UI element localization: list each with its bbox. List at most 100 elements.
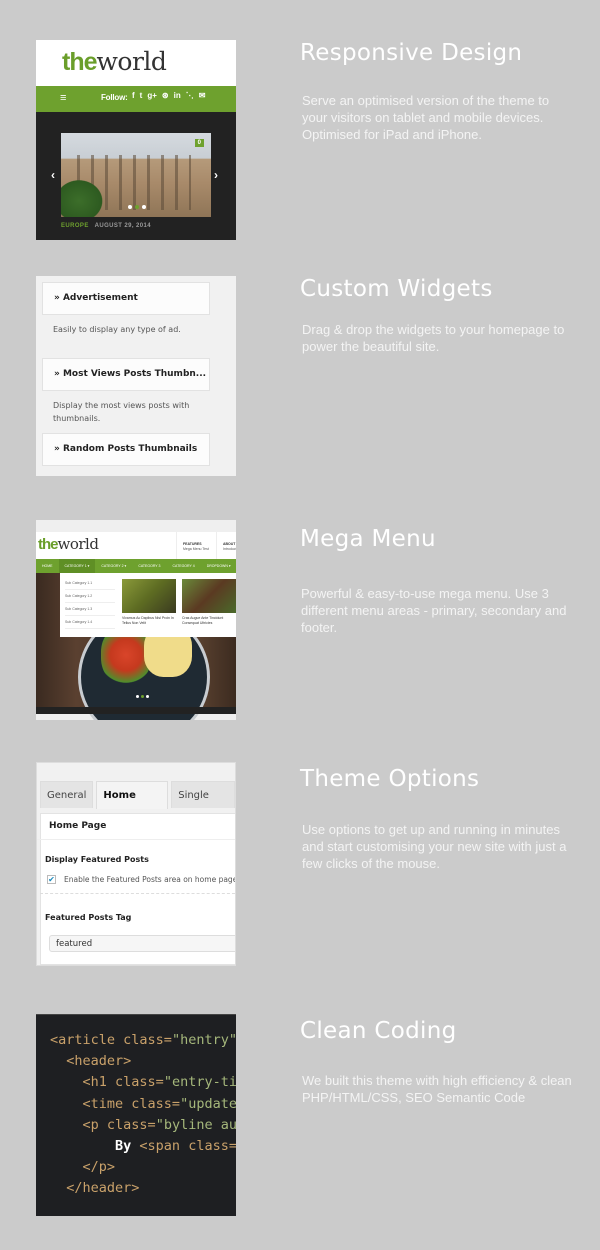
widget-description: Easily to display any type of ad.	[53, 325, 181, 334]
feature-title: Mega Menu	[300, 526, 436, 552]
email-icon[interactable]: ✉	[199, 91, 206, 100]
post-date: AUGUST 29, 2014	[94, 223, 151, 229]
options-tabs: General Home Page Single Post	[40, 781, 235, 828]
social-icons: f t g+ ⊛ in ⋱ ✉	[132, 91, 205, 100]
sub-category-item[interactable]: Sub Category 1.1	[65, 577, 115, 590]
featured-slide-image[interactable]: 0	[61, 133, 211, 217]
code-tag: <header>	[66, 1053, 132, 1070]
menu-item-home[interactable]: HOME	[36, 559, 59, 573]
hamburger-menu-icon[interactable]: ≡	[60, 92, 66, 104]
feature-title: Responsive Design	[300, 40, 523, 66]
tab-general[interactable]: General	[40, 781, 94, 808]
bottom-strip	[36, 707, 236, 714]
tab-home-page[interactable]: Home Page	[96, 781, 169, 828]
slider-next-arrow-icon[interactable]: ›	[214, 168, 218, 182]
code-line: <header>	[50, 1051, 236, 1072]
mega-menu-dropdown: Sub Category 1.1 Sub Category 1.2 Sub Ca…	[60, 573, 236, 637]
slider-dot[interactable]	[128, 205, 132, 209]
tab-single-post[interactable]: Single Post	[171, 781, 235, 828]
mega-menu-post[interactable]: Cras Augue Ante Tincidunt Consequat Ultr…	[182, 579, 236, 626]
menu-item-category-2[interactable]: CATEGORY 2 ▾	[95, 559, 132, 573]
sub-category-item[interactable]: Sub Category 1.4	[65, 616, 115, 629]
feature-title: Clean Coding	[300, 1018, 457, 1044]
responsive-design-preview: theworld ≡ Follow: f t g+ ⊛ in ⋱ ✉ ‹ 0 ›…	[36, 40, 236, 240]
header-link-features[interactable]: FEATURES Mega Menu Test	[176, 532, 209, 559]
slider-dot[interactable]	[142, 205, 146, 209]
google-plus-icon[interactable]: g+	[147, 91, 157, 100]
code-tag: <h1	[82, 1074, 116, 1091]
custom-widgets-preview: » Advertisement Easily to display any ty…	[36, 276, 236, 476]
widget-advertisement[interactable]: » Advertisement	[42, 282, 210, 315]
header-link-about[interactable]: ABOUT Introduction	[216, 532, 236, 559]
follow-label: Follow:	[101, 93, 128, 102]
widget-random-posts[interactable]: » Random Posts Thumbnails	[42, 433, 210, 466]
post-meta: EUROPE AUGUST 29, 2014	[61, 223, 151, 229]
sub-category-item[interactable]: Sub Category 1.3	[65, 603, 115, 616]
feature-description: Serve an optimised version of the theme …	[302, 93, 550, 142]
code-string: "updated"	[180, 1095, 236, 1112]
menu-item-category-3[interactable]: CATEGORY 3	[132, 559, 166, 573]
site-header: theworld	[36, 40, 236, 86]
featured-tag-input[interactable]: featured	[49, 935, 235, 952]
code-string: "byline author"	[155, 1116, 236, 1133]
feature-title: Theme Options	[300, 766, 480, 792]
slider-dot-active[interactable]	[141, 695, 144, 698]
post-caption: Vivamus Ac Dapibus Nisl Proin In Tellus …	[122, 616, 174, 625]
code-tag: </header>	[66, 1180, 140, 1197]
code-attr: class=	[188, 1138, 236, 1155]
comment-count-badge[interactable]: 0	[194, 139, 204, 147]
code-tag: <p	[82, 1116, 107, 1133]
code-line: <time class="updated"	[50, 1094, 236, 1115]
slider-dot[interactable]	[136, 695, 139, 698]
code-line: <p class="byline author"	[50, 1115, 236, 1136]
code-block: <article class="hentry"> <header> <h1 cl…	[50, 1030, 236, 1200]
main-menu: HOME CATEGORY 1 ▾ CATEGORY 2 ▾ CATEGORY …	[36, 559, 236, 573]
code-tag: </p>	[82, 1159, 116, 1176]
slider-dots	[128, 205, 146, 209]
site-logo[interactable]: theworld	[38, 535, 99, 553]
mega-menu-post[interactable]: Vivamus Ac Dapibus Nisl Proin In Tellus …	[122, 579, 176, 626]
feature-title: Custom Widgets	[300, 276, 493, 302]
menu-item-category-4[interactable]: CATEGORY 4	[167, 559, 201, 573]
mega-menu-preview: theworld FEATURES Mega Menu Test ABOUT I…	[36, 520, 236, 720]
tree-image	[61, 177, 106, 217]
featured-tag-label: Featured Posts Tag	[45, 913, 132, 922]
code-attr: class=	[115, 1074, 164, 1091]
theme-options-preview: General Home Page Single Post Home Page …	[36, 762, 236, 966]
code-string: "entry-title"	[163, 1074, 236, 1091]
clean-code-preview: <article class="hentry"> <header> <h1 cl…	[36, 1014, 236, 1216]
pinterest-icon[interactable]: ⊛	[162, 91, 169, 100]
slider-dot-active[interactable]	[135, 205, 139, 209]
facebook-icon[interactable]: f	[132, 91, 135, 100]
code-tag: <article	[50, 1032, 124, 1048]
slider-dots	[136, 695, 149, 698]
rss-icon[interactable]: ⋱	[186, 91, 194, 100]
featured-posts-checkbox[interactable]: ✔	[47, 875, 56, 884]
slider-dot[interactable]	[146, 695, 149, 698]
code-tag: <time	[82, 1095, 132, 1112]
code-line: </p>	[50, 1157, 236, 1178]
code-string: "hentry"	[171, 1032, 236, 1048]
checkbox-label[interactable]: Enable the Featured Posts area on home p…	[64, 875, 235, 884]
code-attr: class=	[131, 1095, 181, 1112]
post-category[interactable]: EUROPE	[61, 223, 89, 229]
menu-item-category-1[interactable]: CATEGORY 1 ▾	[58, 559, 96, 573]
menu-item-dropdown[interactable]: DROPDOWN ▾	[201, 559, 236, 573]
feature-description: Drag & drop the widgets to your homepage…	[302, 322, 565, 354]
site-logo[interactable]: theworld	[62, 47, 167, 77]
slider-prev-arrow-icon[interactable]: ‹	[51, 168, 55, 182]
twitter-icon[interactable]: t	[140, 91, 143, 100]
code-attr: class=	[123, 1032, 172, 1048]
post-caption: Cras Augue Ante Tincidunt Consequat Ultr…	[182, 616, 224, 625]
divider	[37, 839, 235, 840]
widget-most-views[interactable]: » Most Views Posts Thumbn...	[42, 358, 210, 391]
linkedin-icon[interactable]: in	[174, 91, 181, 100]
code-tag: <span	[139, 1138, 189, 1155]
post-thumbnail-image	[182, 579, 236, 613]
sub-category-item[interactable]: Sub Category 1.2	[65, 590, 115, 603]
code-line: <h1 class="entry-title"	[50, 1072, 236, 1093]
feature-description: Use options to get up and running in min…	[302, 822, 567, 871]
